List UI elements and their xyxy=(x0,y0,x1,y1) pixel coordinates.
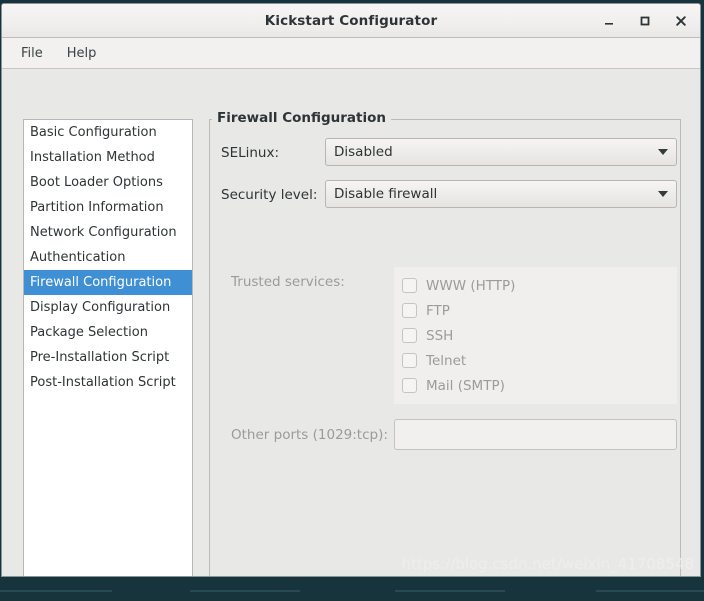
trusted-service-www-http[interactable]: WWW (HTTP) xyxy=(398,273,677,298)
security-level-value: Disable firewall xyxy=(334,186,438,202)
menu-item-help[interactable]: Help xyxy=(58,43,106,64)
selinux-value: Disabled xyxy=(334,144,393,160)
application-window: Kickstart Configurator File Help Basic C… xyxy=(1,3,701,577)
trusted-service-label: SSH xyxy=(426,327,454,344)
sidebar-item-package-selection[interactable]: Package Selection xyxy=(24,320,192,345)
other-ports-label: Other ports (1029:tcp): xyxy=(231,427,388,443)
sidebar-item-authentication[interactable]: Authentication xyxy=(24,245,192,270)
trusted-service-label: WWW (HTTP) xyxy=(426,277,516,294)
title-bar: Kickstart Configurator xyxy=(2,4,700,38)
trusted-service-ftp[interactable]: FTP xyxy=(398,298,677,323)
menu-bar: File Help xyxy=(2,38,700,69)
checkbox-icon[interactable] xyxy=(402,303,417,318)
trusted-service-telnet[interactable]: Telnet xyxy=(398,348,677,373)
chevron-down-icon xyxy=(658,149,668,155)
security-level-label: Security level: xyxy=(221,187,318,203)
checkbox-icon[interactable] xyxy=(402,278,417,293)
sidebar-item-partition-information[interactable]: Partition Information xyxy=(24,195,192,220)
sidebar-item-display-configuration[interactable]: Display Configuration xyxy=(24,295,192,320)
sidebar-item-boot-loader-options[interactable]: Boot Loader Options xyxy=(24,170,192,195)
selinux-dropdown[interactable]: Disabled xyxy=(325,138,677,166)
trusted-service-label: Telnet xyxy=(426,352,467,369)
section-list[interactable]: Basic Configuration Installation Method … xyxy=(23,119,193,576)
chevron-down-icon xyxy=(658,191,668,197)
checkbox-icon[interactable] xyxy=(402,378,417,393)
minimize-button[interactable] xyxy=(598,10,620,32)
sidebar-item-basic-configuration[interactable]: Basic Configuration xyxy=(24,120,192,145)
trusted-services-panel: WWW (HTTP) FTP SSH Telnet Mail (SMTP) xyxy=(394,267,677,404)
checkbox-icon[interactable] xyxy=(402,328,417,343)
other-ports-field[interactable] xyxy=(394,419,677,450)
minimize-icon xyxy=(605,22,613,25)
menu-item-file[interactable]: File xyxy=(12,43,52,64)
desktop-background-strip xyxy=(0,585,704,601)
selinux-label: SELinux: xyxy=(221,145,280,161)
window-body: Basic Configuration Installation Method … xyxy=(2,69,700,576)
group-title: Firewall Configuration xyxy=(212,110,392,126)
sidebar-item-firewall-configuration[interactable]: Firewall Configuration xyxy=(24,270,192,295)
trusted-services-label: Trusted services: xyxy=(231,274,345,290)
trusted-service-label: Mail (SMTP) xyxy=(426,377,505,394)
sidebar-item-pre-installation-script[interactable]: Pre-Installation Script xyxy=(24,345,192,370)
checkbox-icon[interactable] xyxy=(402,353,417,368)
security-level-dropdown[interactable]: Disable firewall xyxy=(325,180,677,208)
sidebar-item-installation-method[interactable]: Installation Method xyxy=(24,145,192,170)
maximize-icon xyxy=(640,16,650,25)
screen: Kickstart Configurator File Help Basic C… xyxy=(0,0,704,601)
window-controls xyxy=(598,4,692,37)
close-button[interactable] xyxy=(670,10,692,32)
window-title: Kickstart Configurator xyxy=(264,12,438,29)
trusted-service-ssh[interactable]: SSH xyxy=(398,323,677,348)
sidebar-item-network-configuration[interactable]: Network Configuration xyxy=(24,220,192,245)
maximize-button[interactable] xyxy=(634,10,656,32)
trusted-service-mail-smtp[interactable]: Mail (SMTP) xyxy=(398,373,677,398)
trusted-service-label: FTP xyxy=(426,302,450,319)
sidebar-item-post-installation-script[interactable]: Post-Installation Script xyxy=(24,370,192,395)
close-icon xyxy=(676,15,686,26)
